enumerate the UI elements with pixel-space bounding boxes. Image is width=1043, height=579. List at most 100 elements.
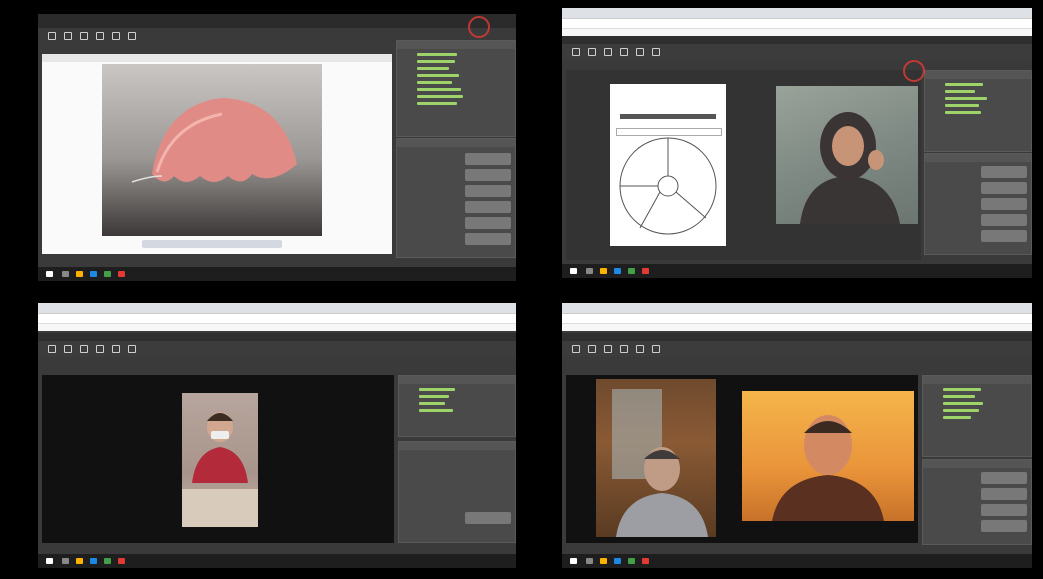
arrow-icon[interactable] <box>80 345 88 353</box>
chat-message <box>465 512 511 524</box>
pointer-icon[interactable] <box>64 345 72 353</box>
taskbar-app-icons[interactable] <box>628 268 635 274</box>
browser-chrome <box>562 303 1032 331</box>
participant-row <box>943 388 981 391</box>
chat-message <box>465 201 511 213</box>
taskbar-app-icons[interactable] <box>586 558 593 564</box>
webcam-video-1 <box>596 379 716 537</box>
chat-message <box>981 520 1027 532</box>
pen-tool-icon[interactable] <box>48 32 56 40</box>
whiteboard-toolbar <box>562 44 1032 60</box>
eraser-icon[interactable] <box>652 48 660 56</box>
webcam-video <box>182 393 258 527</box>
bookmarks-bar <box>38 323 516 331</box>
pointer-icon[interactable] <box>588 345 596 353</box>
participant-row <box>417 81 452 84</box>
panel-header <box>397 41 515 49</box>
rectangle-icon[interactable] <box>96 345 104 353</box>
panel-header <box>399 376 515 384</box>
taskbar-app-icons[interactable] <box>600 268 607 274</box>
pointer-icon[interactable] <box>588 48 596 56</box>
participant-row <box>419 388 455 391</box>
webcam-video-2 <box>742 391 914 521</box>
taskbar-app-icons[interactable] <box>104 271 111 277</box>
rectangle-icon[interactable] <box>620 345 628 353</box>
panel-header <box>925 71 1031 79</box>
screen-bottom-left <box>38 303 516 568</box>
screen-top-right <box>562 8 1032 278</box>
highlight-ring <box>468 16 490 38</box>
line-icon[interactable] <box>636 48 644 56</box>
participants-panel <box>398 375 516 437</box>
chat-panel <box>922 459 1032 545</box>
address-bar[interactable] <box>562 313 1032 323</box>
line-icon[interactable] <box>112 32 120 40</box>
eraser-icon[interactable] <box>652 345 660 353</box>
browser-tabs[interactable] <box>562 8 1032 18</box>
bookmarks-bar <box>562 28 1032 36</box>
arrow-icon[interactable] <box>604 48 612 56</box>
whiteboard-toolbar <box>38 28 393 44</box>
address-bar[interactable] <box>38 313 516 323</box>
pen-tool-icon[interactable] <box>48 345 56 353</box>
line-icon[interactable] <box>636 345 644 353</box>
taskbar-app-icons[interactable] <box>118 558 125 564</box>
participant-row <box>419 409 453 412</box>
pen-tool-icon[interactable] <box>572 48 580 56</box>
pointer-icon[interactable] <box>64 32 72 40</box>
highlight-ring <box>903 60 925 82</box>
taskbar-app-icons[interactable] <box>628 558 635 564</box>
participants-panel <box>396 40 516 137</box>
windows-start-icon[interactable] <box>46 271 53 277</box>
address-bar[interactable] <box>562 18 1032 28</box>
browser-tabs[interactable] <box>562 303 1032 313</box>
arrow-icon[interactable] <box>80 32 88 40</box>
taskbar-app-icons[interactable] <box>614 268 621 274</box>
webcam-video <box>776 86 918 224</box>
taskbar-app-icons[interactable] <box>76 271 83 277</box>
taskbar-app-icons[interactable] <box>62 558 69 564</box>
taskbar-app-icons[interactable] <box>104 558 111 564</box>
participant-row <box>417 88 461 91</box>
whiteboard-toolbar <box>38 341 516 357</box>
windows-taskbar <box>38 267 516 281</box>
participant-row <box>945 104 979 107</box>
screen-bottom-right <box>562 303 1032 568</box>
panel-header <box>925 154 1031 162</box>
whiteboard-toolbar <box>562 341 1032 357</box>
panel-header <box>399 442 515 450</box>
chat-panel <box>396 138 516 258</box>
line-icon[interactable] <box>112 345 120 353</box>
taskbar-app-icons[interactable] <box>642 558 649 564</box>
taskbar-app-icons[interactable] <box>586 268 593 274</box>
pen-tool-icon[interactable] <box>572 345 580 353</box>
taskbar-app-icons[interactable] <box>118 271 125 277</box>
browser-chrome <box>38 303 516 331</box>
taskbar-app-icons[interactable] <box>76 558 83 564</box>
participant-row <box>417 74 459 77</box>
taskbar-app-icons[interactable] <box>90 271 97 277</box>
browser-tabs[interactable] <box>38 303 516 313</box>
slide-input-box <box>616 128 722 136</box>
participant-row <box>943 402 983 405</box>
participant-row <box>943 416 971 419</box>
viewer-controls[interactable] <box>142 240 282 248</box>
windows-start-icon[interactable] <box>46 558 53 564</box>
taskbar-app-icons[interactable] <box>62 271 69 277</box>
eraser-icon[interactable] <box>128 32 136 40</box>
chat-message <box>981 488 1027 500</box>
taskbar-app-icons[interactable] <box>642 268 649 274</box>
chat-message <box>465 169 511 181</box>
rectangle-icon[interactable] <box>96 32 104 40</box>
windows-start-icon[interactable] <box>570 558 577 564</box>
rectangle-icon[interactable] <box>620 48 628 56</box>
panel-header <box>923 460 1031 468</box>
taskbar-app-icons[interactable] <box>90 558 97 564</box>
taskbar-app-icons[interactable] <box>600 558 607 564</box>
windows-start-icon[interactable] <box>570 268 577 274</box>
arrow-icon[interactable] <box>604 345 612 353</box>
eraser-icon[interactable] <box>128 345 136 353</box>
chat-message <box>981 230 1027 242</box>
taskbar-app-icons[interactable] <box>614 558 621 564</box>
chat-message <box>981 182 1027 194</box>
